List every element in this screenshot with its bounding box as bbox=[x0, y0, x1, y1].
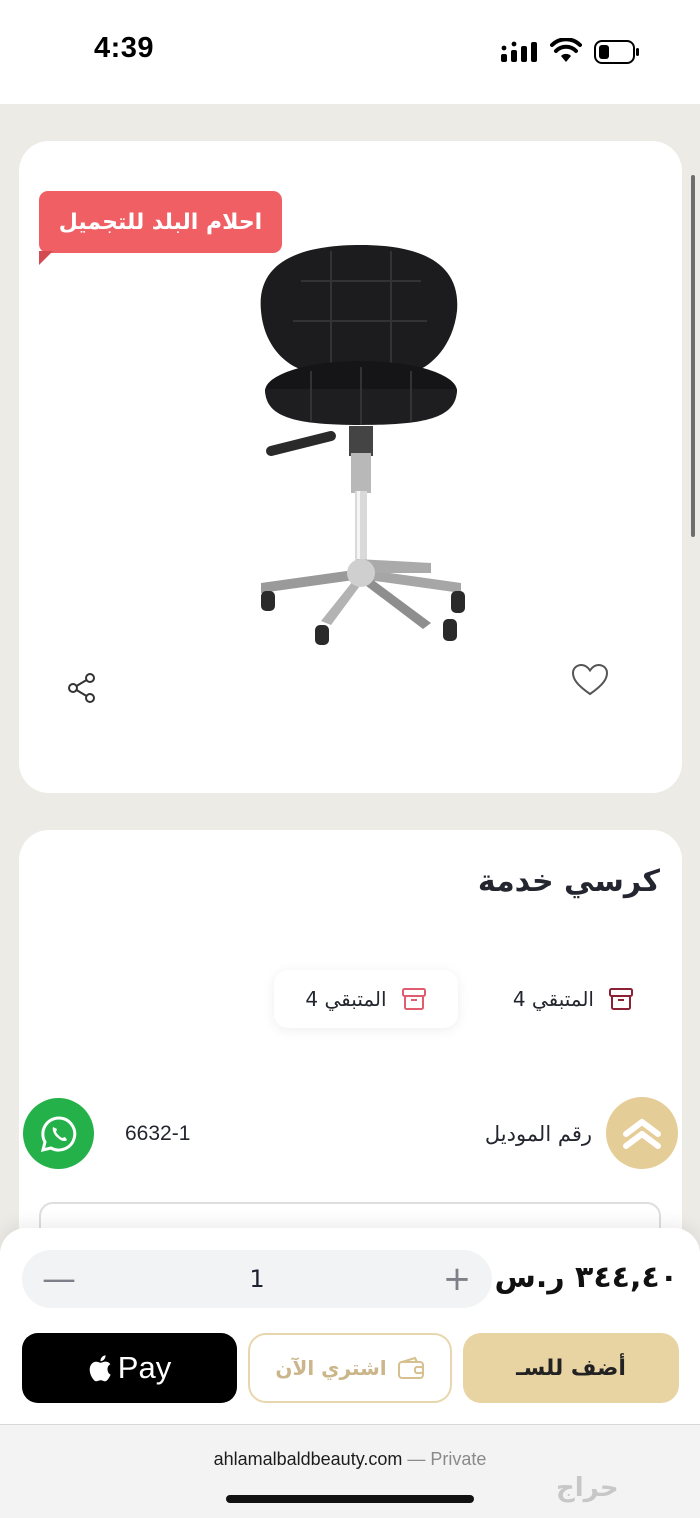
wifi-icon bbox=[550, 38, 582, 62]
stock-badge: المتبقي 4 bbox=[274, 970, 458, 1028]
purchase-sheet: — 1 + ٣٤٤,٤٠ ر.س Pay اشتري الآن أضف للسـ bbox=[0, 1228, 700, 1424]
whatsapp-button[interactable] bbox=[23, 1098, 94, 1169]
product-price: ٣٤٤,٤٠ ر.س bbox=[494, 1260, 678, 1295]
url-text[interactable]: ahlamalbaldbeauty.com — Private bbox=[0, 1449, 700, 1470]
product-details-card: كرسي خدمة المتبقي 4 المتبقي 4 رقم المودي… bbox=[19, 830, 682, 1260]
url-domain: ahlamalbaldbeauty.com bbox=[213, 1449, 403, 1469]
watermark: حراج bbox=[556, 1473, 619, 1503]
status-bar: 4:39 bbox=[0, 0, 700, 104]
increase-quantity-button[interactable]: + bbox=[432, 1254, 482, 1304]
product-title: كرسي خدمة bbox=[477, 864, 660, 899]
product-image-card: احلام البلد للتجميل bbox=[19, 141, 682, 793]
add-to-cart-label: أضف للسـ bbox=[516, 1355, 626, 1381]
apple-logo-icon bbox=[89, 1355, 111, 1382]
archive-box-icon bbox=[401, 988, 426, 1010]
model-number-value: 6632-1 bbox=[125, 1122, 191, 1145]
buy-now-label: اشتري الآن bbox=[275, 1356, 387, 1380]
wallet-icon bbox=[397, 1356, 424, 1379]
ribbon-tail bbox=[39, 251, 53, 265]
stock-label: المتبقي 4 bbox=[512, 987, 594, 1011]
browser-url-bar[interactable]: ahlamalbaldbeauty.com — Private حراج bbox=[0, 1424, 700, 1518]
home-indicator[interactable] bbox=[226, 1495, 474, 1503]
model-number-label: رقم الموديل bbox=[484, 1122, 592, 1146]
battery-icon bbox=[594, 40, 639, 64]
archive-box-icon bbox=[609, 988, 633, 1010]
stock-badge: المتبقي 4 bbox=[513, 970, 634, 1028]
cellular-signal-icon bbox=[501, 41, 537, 62]
quantity-stepper: — 1 + bbox=[22, 1250, 492, 1308]
whatsapp-icon bbox=[40, 1115, 76, 1152]
apple-pay-label: Pay bbox=[117, 1350, 172, 1385]
scrollbar[interactable] bbox=[691, 175, 695, 537]
url-separator: — bbox=[402, 1449, 431, 1469]
share-icon[interactable] bbox=[65, 671, 99, 705]
add-to-cart-button[interactable]: أضف للسـ bbox=[463, 1333, 679, 1403]
apple-pay-button[interactable]: Pay bbox=[22, 1333, 237, 1403]
decrease-quantity-button[interactable]: — bbox=[34, 1254, 84, 1304]
chevron-up-icon bbox=[623, 1119, 661, 1149]
buy-now-button[interactable]: اشتري الآن bbox=[248, 1333, 452, 1403]
scroll-to-top-button[interactable] bbox=[606, 1097, 678, 1169]
quantity-value[interactable]: 1 bbox=[207, 1250, 307, 1308]
product-image[interactable] bbox=[231, 241, 491, 651]
status-time: 4:39 bbox=[94, 32, 155, 64]
private-label: Private bbox=[430, 1449, 487, 1469]
stock-label: المتبقي 4 bbox=[305, 987, 387, 1011]
heart-icon[interactable] bbox=[571, 663, 609, 697]
